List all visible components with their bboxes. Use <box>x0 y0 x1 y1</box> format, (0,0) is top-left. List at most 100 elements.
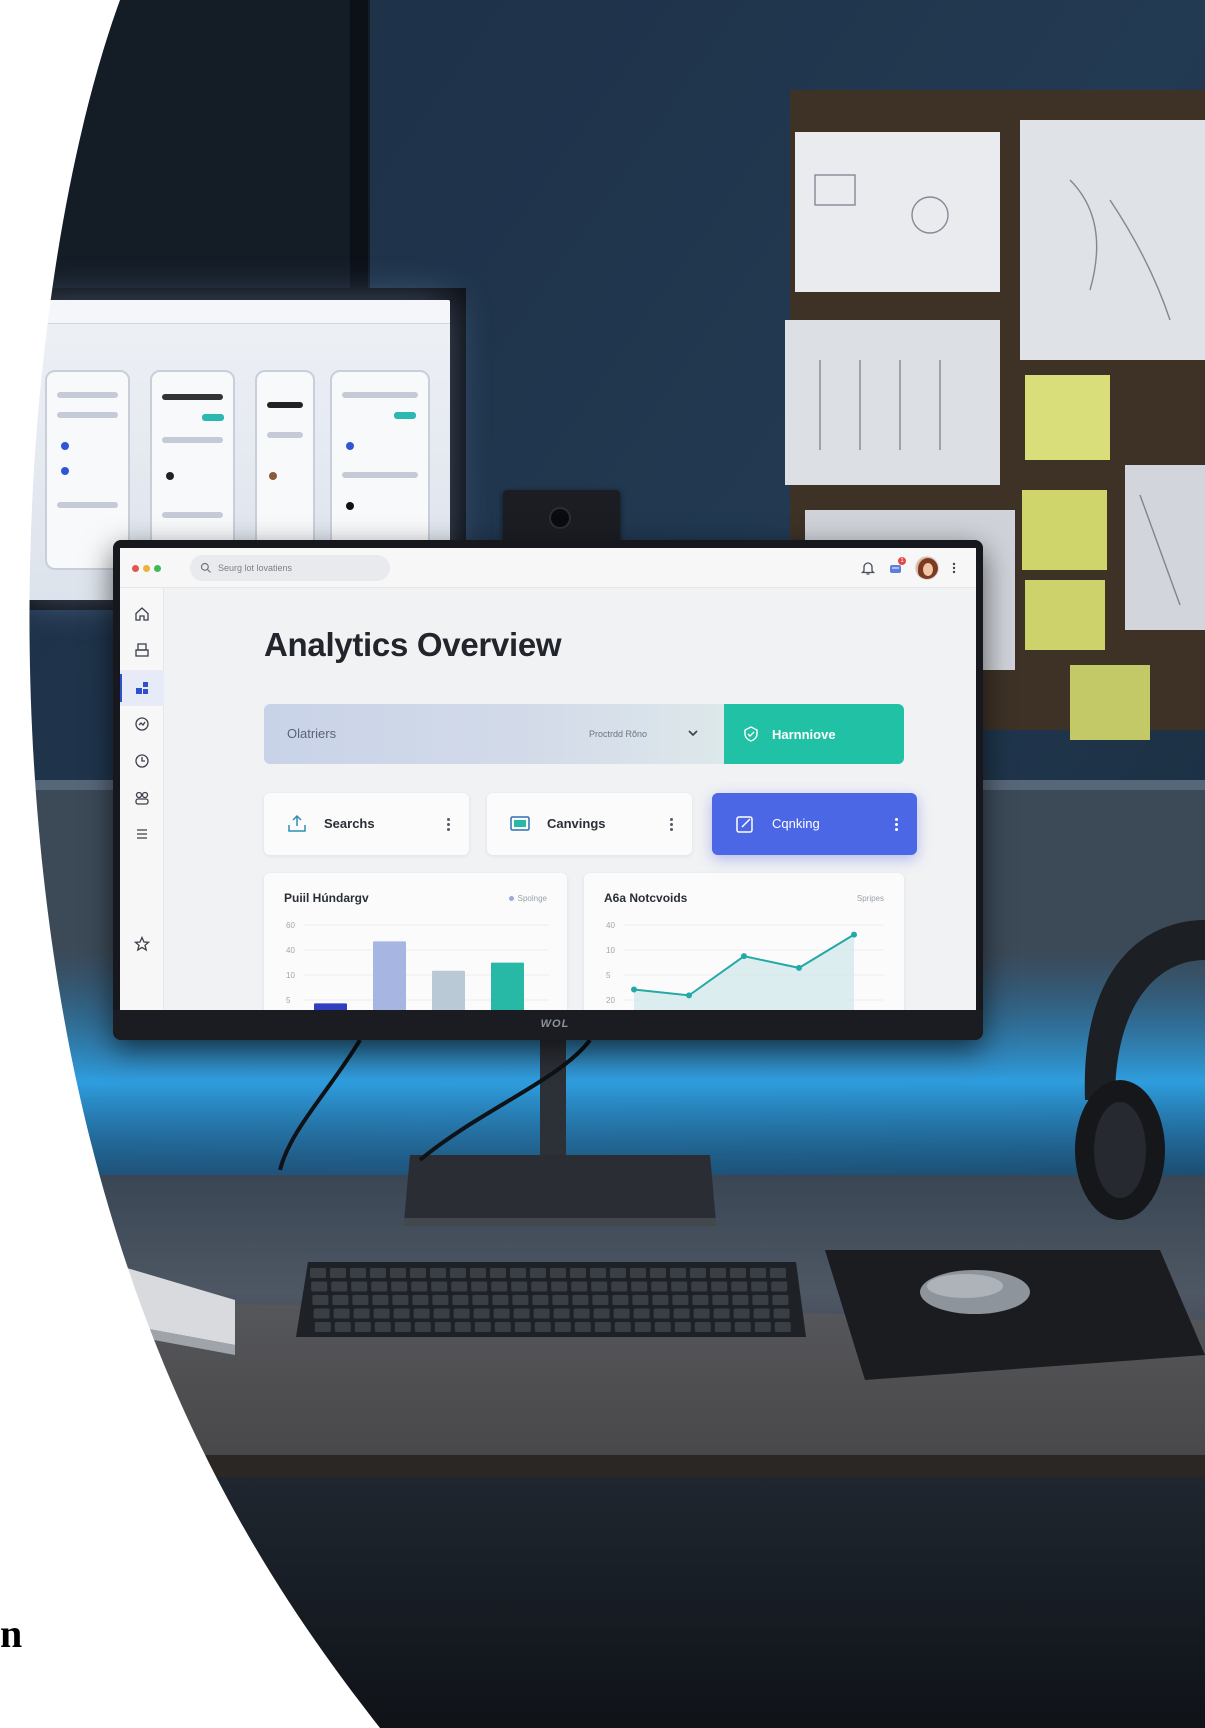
keyboard-key <box>514 1322 531 1332</box>
keyboard-key <box>672 1295 689 1305</box>
keyboard-key <box>413 1308 430 1319</box>
keyboard-key <box>531 1281 548 1292</box>
keyboard-key <box>671 1281 688 1292</box>
more-options-icon[interactable] <box>944 558 964 578</box>
keyboard-key <box>732 1295 749 1305</box>
keyboard-key <box>571 1281 588 1292</box>
window-minimize-dot[interactable] <box>143 565 150 572</box>
keyboard-key <box>430 1268 446 1278</box>
keyboard-key <box>750 1268 766 1278</box>
notification-badge: 1 <box>898 557 906 565</box>
keyboard-key <box>652 1295 669 1305</box>
bar <box>314 1003 347 1010</box>
keyboard-key <box>330 1268 346 1278</box>
keyboard-key <box>510 1268 526 1278</box>
keyboard-key <box>693 1308 710 1319</box>
keyboard-key <box>391 1281 408 1292</box>
keyboard-key <box>771 1281 788 1292</box>
messages-icon[interactable]: 1 <box>886 557 906 578</box>
sidebar-item-dashboard[interactable] <box>120 670 164 706</box>
bar <box>432 970 465 1010</box>
keyboard-key <box>570 1268 586 1278</box>
monitor-brand-logo: WOL <box>540 1018 570 1030</box>
keyboard-key <box>491 1281 508 1292</box>
keyboard-key <box>770 1268 786 1278</box>
keyboard-key <box>452 1295 469 1305</box>
keyboard-key <box>434 1322 451 1332</box>
keyboard-key <box>711 1281 728 1292</box>
search-input[interactable] <box>218 563 378 573</box>
keyboard-key <box>332 1295 349 1305</box>
user-avatar[interactable] <box>915 556 939 580</box>
keyboard-key <box>412 1295 429 1305</box>
keyboard-key <box>454 1322 471 1332</box>
keyboard-key <box>612 1295 629 1305</box>
page-title: Analytics Overview <box>264 626 562 663</box>
background-monitor-toolbar <box>25 300 450 324</box>
more-vertical-icon[interactable] <box>664 813 678 835</box>
keyboard-key <box>512 1295 529 1305</box>
card-label: Searchs <box>324 816 375 831</box>
sidebar-item-favorites[interactable] <box>120 926 164 962</box>
keyboard-key <box>534 1322 551 1332</box>
sidebar-item-history[interactable] <box>120 743 164 779</box>
keyboard-key <box>713 1308 730 1319</box>
keyboard-key <box>551 1281 568 1292</box>
keyboard-key <box>532 1295 549 1305</box>
more-vertical-icon[interactable] <box>889 813 903 835</box>
more-vertical-icon[interactable] <box>441 813 455 835</box>
keyboard-key <box>632 1295 649 1305</box>
keyboard-key <box>772 1295 789 1305</box>
search-icon <box>200 562 211 573</box>
filter-dropdown[interactable]: Olatriers Proctrdd Rõno <box>264 704 724 764</box>
data-point <box>686 992 692 999</box>
sidebar-item-users[interactable] <box>120 780 164 816</box>
bar <box>491 962 524 1010</box>
sidebar-item-home[interactable] <box>120 596 164 632</box>
search-bar[interactable] <box>190 555 390 581</box>
stat-card-cqnking[interactable]: Cqnking <box>712 793 917 855</box>
keyboard-key <box>712 1295 729 1305</box>
keyboard-key <box>690 1268 706 1278</box>
data-point <box>631 986 637 993</box>
list-icon <box>137 829 147 839</box>
keyboard-key <box>692 1295 709 1305</box>
sidebar-item-layers[interactable] <box>120 632 164 668</box>
sidebar-item-analytics[interactable] <box>120 706 164 742</box>
window-close-dot[interactable] <box>132 565 139 572</box>
y-tick-label: 10 <box>606 946 615 955</box>
keyboard-key <box>753 1308 770 1319</box>
keyboard-key <box>490 1268 506 1278</box>
keyboard-key <box>371 1281 388 1292</box>
keyboard-key <box>492 1295 509 1305</box>
chevron-down-icon[interactable] <box>686 726 700 740</box>
keyboard-key <box>573 1308 590 1319</box>
keyboard-key <box>553 1308 570 1319</box>
keyboard-key <box>451 1281 468 1292</box>
y-tick-label: 40 <box>606 921 615 930</box>
home-icon <box>135 607 149 621</box>
keyboard-key <box>631 1281 648 1292</box>
keyboard-key <box>470 1268 486 1278</box>
webcam-lens <box>549 507 571 529</box>
card-label: Cqnking <box>772 816 820 831</box>
keyboard-key <box>432 1295 449 1305</box>
keyboard-key <box>474 1322 491 1332</box>
y-tick-label: 20 <box>606 996 615 1005</box>
desk-photo-scene: WOL 1 <box>0 0 1205 1728</box>
keyboard-key <box>774 1322 791 1332</box>
notification-bell-icon[interactable] <box>858 558 878 578</box>
keyboard-key <box>654 1322 671 1332</box>
keyboard <box>296 1262 806 1337</box>
mouse-pad <box>825 1250 1205 1380</box>
primary-action-button[interactable]: Harnniove <box>724 704 904 764</box>
keyboard-key <box>630 1268 646 1278</box>
stat-card-canvings[interactable]: Canvings <box>487 793 692 855</box>
window-maximize-dot[interactable] <box>154 565 161 572</box>
keyboard-key <box>550 1268 566 1278</box>
keyboard-key <box>390 1268 406 1278</box>
sidebar-item-list[interactable] <box>120 816 164 852</box>
keyboard-key <box>590 1268 606 1278</box>
stat-card-searchs[interactable]: Searchs <box>264 793 469 855</box>
y-tick-label: 5 <box>606 971 611 980</box>
